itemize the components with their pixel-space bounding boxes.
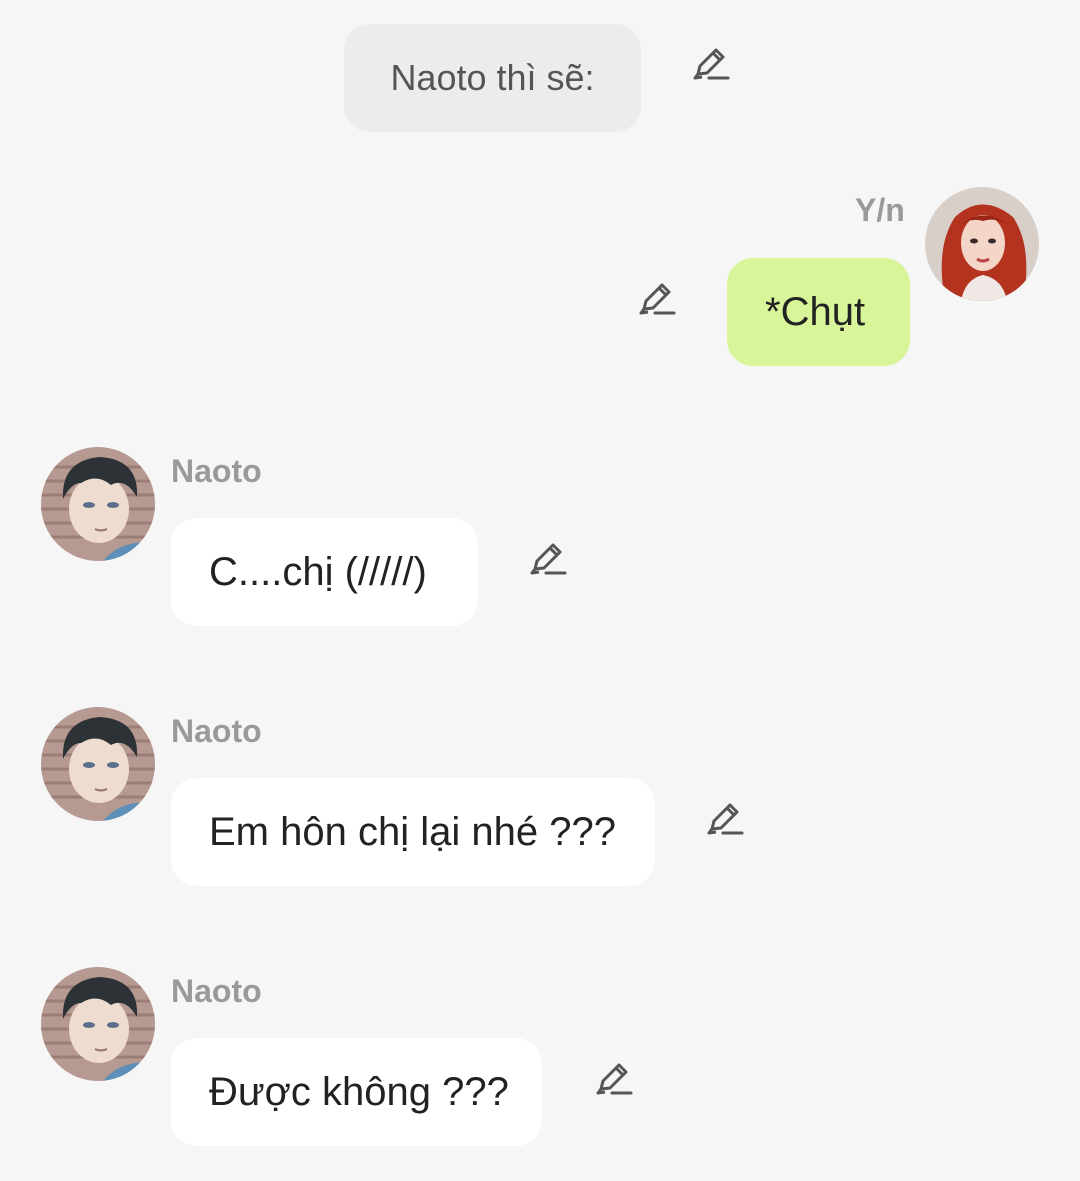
edit-message-icon[interactable]	[704, 799, 744, 839]
narration-bubble[interactable]: Naoto thì sẽ:	[344, 24, 641, 132]
message-bubble[interactable]: Em hôn chị lại nhé ???	[171, 778, 655, 886]
sender-name: Naoto	[171, 453, 262, 489]
sender-name: Naoto	[171, 713, 262, 749]
sender-name: Y/n	[855, 192, 905, 228]
edit-narration-icon[interactable]	[690, 44, 730, 84]
naoto-avatar[interactable]	[41, 447, 155, 561]
chat-screen: Naoto thì sẽ: Y/n *Chụt Naoto C....chị (…	[0, 0, 1080, 1181]
edit-message-icon[interactable]	[593, 1059, 633, 1099]
message-text: C....chị (/////)	[209, 549, 427, 594]
naoto-avatar[interactable]	[41, 967, 155, 1081]
message-text: Được không ???	[209, 1069, 509, 1114]
edit-message-icon[interactable]	[636, 279, 676, 319]
yn-avatar[interactable]	[925, 187, 1039, 301]
edit-message-icon[interactable]	[527, 539, 567, 579]
naoto-avatar[interactable]	[41, 707, 155, 821]
sender-name: Naoto	[171, 973, 262, 1009]
message-text: *Chụt	[765, 289, 866, 334]
message-bubble[interactable]: C....chị (/////)	[171, 518, 478, 626]
message-bubble[interactable]: Được không ???	[171, 1038, 542, 1146]
narration-text: Naoto thì sẽ:	[390, 57, 595, 98]
message-text: Em hôn chị lại nhé ???	[209, 809, 616, 854]
message-bubble-mine[interactable]: *Chụt	[727, 258, 910, 366]
